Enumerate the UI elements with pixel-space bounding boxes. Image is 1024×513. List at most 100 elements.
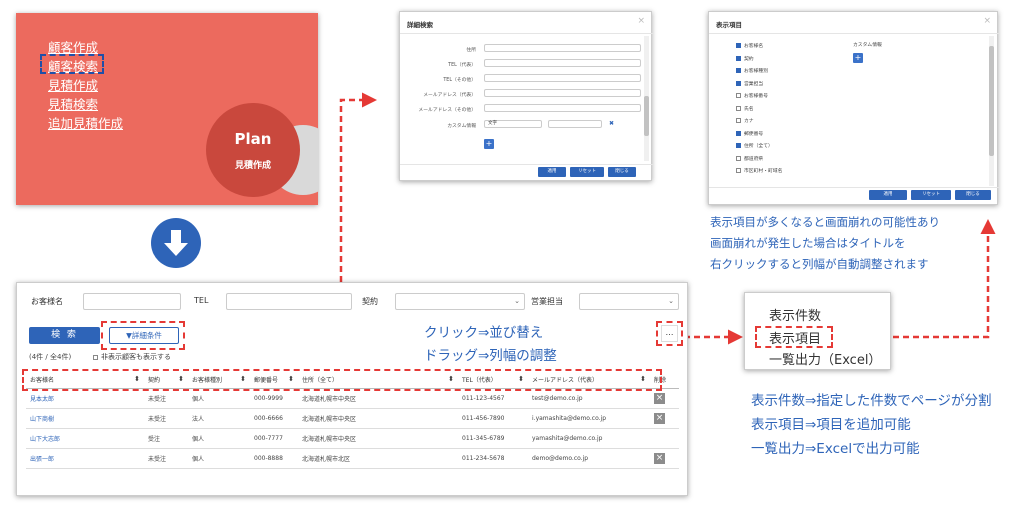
menu-item-display-count[interactable]: 表示件数 <box>769 305 821 324</box>
table-cell: 未受注 <box>144 388 188 409</box>
modal-scrollbar[interactable] <box>644 36 649 161</box>
table-cell: test@demo.co.jp <box>528 388 650 409</box>
display-item-checkbox[interactable]: 都道府県 <box>736 155 763 162</box>
display-item-label: 市区町村・町域名 <box>744 169 783 174</box>
display-items-modal: 表示項目 × お客様名 契約 お客様種別 営業担当 お客様番号 氏名 カナ 郵便番号 住所（全て… <box>708 11 999 205</box>
email-other-input[interactable] <box>484 104 641 112</box>
apply-button[interactable]: 適用 <box>869 190 907 200</box>
delete-icon[interactable]: × <box>654 452 665 464</box>
table-cell: 000-9999 <box>250 388 298 409</box>
menu-item-create-estimate[interactable]: 見積作成 <box>48 75 98 94</box>
contract-select[interactable]: ⌄ <box>395 293 525 310</box>
sales-rep-label: 営業担当 <box>531 297 563 306</box>
add-condition-button[interactable]: + <box>484 139 494 149</box>
field-label: カスタム情報 <box>447 124 476 129</box>
table-cell: 未受注 <box>144 408 188 429</box>
customer-name-link[interactable]: 見本太郎 <box>26 388 144 409</box>
field-label: メールアドレス（代表） <box>423 93 476 98</box>
detail-search-modal: 詳細検索 × 住所 TEL（代表） TEL（その他） メールアドレス（代表） メ… <box>399 11 653 181</box>
checkbox[interactable] <box>736 155 741 161</box>
field-label: メールアドレス（その他） <box>418 108 476 113</box>
close-icon[interactable]: × <box>983 16 991 26</box>
display-item-checkbox[interactable]: カナ <box>736 117 754 124</box>
display-item-checkbox[interactable]: 住所（全て） <box>736 142 773 149</box>
checkbox[interactable] <box>736 130 741 136</box>
modal-divider <box>709 33 999 34</box>
menu-item-add-estimate[interactable]: 追加見積作成 <box>48 113 123 132</box>
plan-badge: Plan 見積作成 <box>206 103 300 197</box>
menu-note-line-2: 表示項目⇒項目を追加可能 <box>751 417 911 433</box>
display-item-label: 氏名 <box>744 106 754 112</box>
display-item-checkbox[interactable]: 契約 <box>736 55 754 62</box>
field-label: TEL（その他） <box>443 78 476 83</box>
checkbox[interactable] <box>736 43 741 48</box>
display-item-label: 郵便番号 <box>744 131 764 137</box>
display-item-label: お客様名 <box>744 44 764 49</box>
scroll-thumb[interactable] <box>989 46 994 156</box>
customer-name-input[interactable] <box>83 293 181 310</box>
display-item-checkbox[interactable]: 郵便番号 <box>736 130 763 137</box>
chevron-down-icon: ⌄ <box>514 297 520 305</box>
display-item-checkbox[interactable]: お客様種別 <box>736 67 768 74</box>
checkbox[interactable] <box>736 143 741 148</box>
checkbox[interactable] <box>736 93 741 98</box>
customer-name-link[interactable]: 出張一郎 <box>26 448 144 469</box>
remove-icon[interactable]: ✖ <box>609 120 614 127</box>
address-input[interactable] <box>484 44 641 52</box>
apply-button[interactable]: 適用 <box>538 167 566 177</box>
scroll-thumb[interactable] <box>644 96 649 136</box>
display-item-checkbox[interactable]: お客様名 <box>736 42 763 49</box>
close-button[interactable]: 閉じる <box>955 190 991 200</box>
close-icon[interactable]: × <box>637 16 645 26</box>
checkbox[interactable] <box>736 118 741 123</box>
show-hidden-checkbox[interactable]: 非表示顧客も表示する <box>93 352 171 362</box>
tel-input[interactable] <box>226 293 352 310</box>
sort-note-line-2: ドラッグ⇒列幅の調整 <box>424 348 557 364</box>
field-label: 住所 <box>466 48 476 53</box>
reset-button[interactable]: リセット <box>911 190 951 200</box>
display-item-label: 住所（全て） <box>744 144 773 149</box>
table-cell: 北海道札幌市中央区 <box>298 388 458 409</box>
display-item-checkbox[interactable]: 市区町村・町域名 <box>736 167 782 174</box>
table-cell: 未受注 <box>144 448 188 469</box>
display-item-checkbox[interactable]: 営業担当 <box>736 80 763 87</box>
delete-icon[interactable]: × <box>654 412 665 424</box>
display-item-checkbox[interactable]: 氏名 <box>736 105 754 112</box>
checkbox[interactable] <box>736 80 741 86</box>
customer-name-link[interactable]: 山下大志郎 <box>26 428 144 449</box>
close-button[interactable]: 閉じる <box>608 167 636 177</box>
checkbox[interactable] <box>736 68 741 73</box>
checkbox[interactable] <box>93 354 98 360</box>
menu-item-search-estimate[interactable]: 見積検索 <box>48 94 98 113</box>
checkbox[interactable] <box>736 168 741 173</box>
sales-rep-select[interactable]: ⌄ <box>579 293 679 310</box>
email-main-input[interactable] <box>484 89 641 97</box>
custom-info-select[interactable]: 文字 <box>484 120 542 128</box>
table-row: 山下商樹 未受注 法人 000-6666 北海道札幌市中央区 011-456-7890 i.… <box>26 408 679 429</box>
custom-select-value: 文字 <box>488 121 497 126</box>
app-menu-panel: 顧客作成 顧客検索 見積作成 見積検索 追加見積作成 Plan 見積作成 <box>16 13 318 205</box>
search-button[interactable]: 検 索 <box>29 327 100 344</box>
checkbox[interactable] <box>736 55 741 61</box>
menu-item-export-excel[interactable]: 一覧出力（Excel） <box>769 349 881 368</box>
add-custom-item-button[interactable]: + <box>853 53 863 63</box>
modal-scrollbar[interactable] <box>989 36 994 186</box>
tel-other-input[interactable] <box>484 74 641 82</box>
tel-main-input[interactable] <box>484 59 641 67</box>
custom-info-input[interactable] <box>548 120 602 128</box>
table-cell: 個人 <box>188 428 250 449</box>
customer-name-link[interactable]: 山下商樹 <box>26 408 144 429</box>
customer-search-screen: お客様名 TEL 契約 ⌄ 営業担当 ⌄ 検 索 ▼詳細条件 (4件 / 全4件… <box>16 282 688 496</box>
modal-divider <box>709 187 999 188</box>
checkbox[interactable] <box>736 105 741 111</box>
table-cell: 011-123-4567 <box>458 388 528 409</box>
delete-icon[interactable]: × <box>654 392 665 404</box>
table-cell: 000-7777 <box>250 428 298 449</box>
reset-button[interactable]: リセット <box>570 167 604 177</box>
display-item-checkbox[interactable]: お客様番号 <box>736 92 768 99</box>
delete-cell <box>650 428 679 449</box>
custom-info-label: カスタム情報 <box>853 43 882 48</box>
table-cell: 個人 <box>188 448 250 469</box>
table-cell: demo@demo.co.jp <box>528 448 650 469</box>
table-cell: 011-456-7890 <box>458 408 528 429</box>
